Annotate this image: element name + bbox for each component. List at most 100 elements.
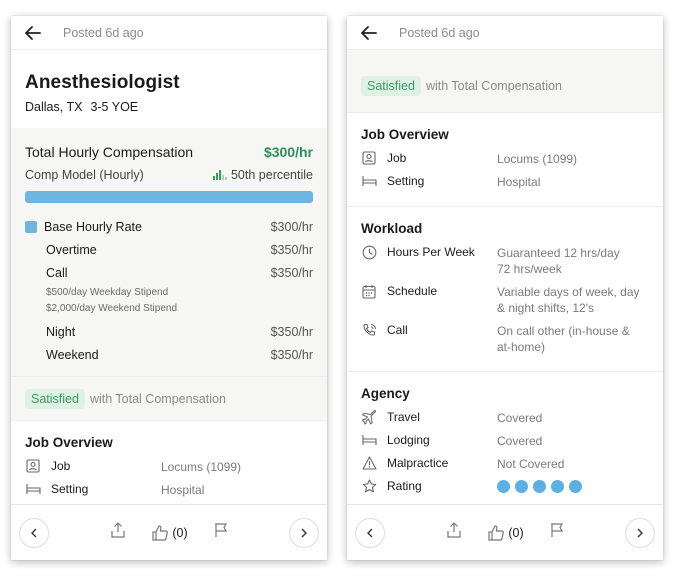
- posted-date: Posted 6d ago: [399, 25, 480, 40]
- report-button[interactable]: [214, 522, 228, 543]
- rating-dot: [497, 480, 510, 493]
- compensation-summary: Satisfied with Total Compensation: [347, 50, 663, 112]
- call-value-line1: On call other (in-house &: [497, 324, 630, 338]
- bar-chart-icon: [212, 170, 227, 180]
- legend-swatch: [25, 220, 37, 233]
- id-badge-icon: [361, 150, 377, 166]
- comp-model: Comp Model (Hourly): [25, 168, 144, 182]
- weekend-label: Weekend: [46, 347, 99, 362]
- job-value: Locums (1099): [161, 460, 242, 474]
- base-rate-label: Base Hourly Rate: [44, 219, 142, 234]
- rating-dot: [515, 480, 528, 493]
- satisfied-text: with Total Compensation: [425, 79, 562, 93]
- chevron-right-icon: [637, 528, 643, 537]
- job-meta: Dallas, TX 3-5 YOE: [25, 100, 313, 114]
- call-label: Call: [387, 323, 408, 337]
- bottom-action-bar: (0): [11, 504, 327, 560]
- call-label: Call: [46, 265, 68, 280]
- total-comp-value: $300/hr: [263, 144, 313, 160]
- job-overview-section: Job Overview Job Locums (1099) Setting H…: [347, 112, 663, 206]
- setting-value: Hospital: [497, 175, 541, 189]
- thumbs-up-icon: [488, 524, 505, 541]
- like-button[interactable]: (0): [488, 524, 524, 541]
- job-value: Locums (1099): [497, 152, 578, 166]
- workload-section: Workload Hours Per Week Guaranteed 12 hr…: [347, 206, 663, 371]
- chevron-left-icon: [31, 528, 37, 537]
- flag-icon: [551, 523, 563, 537]
- bed-icon: [361, 432, 377, 448]
- clock-icon: [361, 244, 377, 260]
- schedule-value-line1: Variable days of week, day: [497, 285, 640, 299]
- thumbs-up-icon: [152, 524, 169, 541]
- flag-icon: [215, 523, 227, 537]
- lodging-label: Lodging: [387, 433, 430, 447]
- left-review-screen: Posted 6d ago Anesthesiologist Dallas, T…: [11, 16, 327, 560]
- percentile: 50th percentile: [212, 168, 313, 182]
- next-button[interactable]: [625, 517, 655, 548]
- job-experience: 3-5 YOE: [90, 100, 139, 114]
- rating-label: Rating: [387, 479, 422, 493]
- star-icon: [361, 478, 377, 494]
- percentile-label: 50th percentile: [230, 168, 313, 182]
- lodging-value: Covered: [497, 434, 543, 448]
- previous-button[interactable]: [19, 517, 49, 548]
- id-badge-icon: [25, 458, 41, 474]
- schedule-value-line2: & night shifts, 12's: [497, 301, 595, 315]
- weekday-stipend: $500/day Weekday Stipend: [46, 287, 169, 298]
- satisfaction-row: Satisfied with Total Compensation: [347, 60, 663, 112]
- overtime-value: $350/hr: [270, 242, 313, 257]
- compensation-bar-fill: [25, 191, 313, 203]
- section-title: Agency: [361, 386, 410, 401]
- like-count: (0): [172, 525, 188, 540]
- night-label: Night: [46, 324, 76, 339]
- schedule-label: Schedule: [387, 284, 438, 298]
- rating-dot: [533, 480, 546, 493]
- top-bar: Posted 6d ago: [11, 16, 327, 50]
- previous-button[interactable]: [355, 517, 385, 548]
- like-button[interactable]: (0): [152, 524, 188, 541]
- setting-label: Setting: [51, 482, 89, 496]
- back-arrow-icon[interactable]: [361, 24, 379, 42]
- total-comp-label: Total Hourly Compensation: [25, 144, 194, 160]
- hours-label: Hours Per Week: [387, 245, 475, 259]
- rate-breakdown: Base Hourly Rate $300/hr Overtime $350/h…: [25, 215, 313, 366]
- compensation-panel: Total Hourly Compensation $300/hr Comp M…: [11, 128, 327, 420]
- rating-dot: [551, 480, 564, 493]
- hours-value-line1: Guaranteed 12 hrs/day: [497, 246, 620, 260]
- share-button[interactable]: [110, 522, 126, 543]
- warning-icon: [361, 455, 377, 471]
- hours-value-line2: 72 hrs/week: [497, 262, 562, 276]
- right-review-screen: Posted 6d ago Satisfied with Total Compe…: [347, 16, 663, 560]
- share-icon: [111, 522, 125, 538]
- call-value-line2: at-home): [497, 340, 546, 354]
- job-title: Anesthesiologist: [25, 72, 180, 93]
- back-arrow-icon[interactable]: [25, 24, 43, 42]
- job-header: Anesthesiologist Dallas, TX 3-5 YOE: [11, 50, 327, 128]
- compensation-bar: [25, 191, 313, 203]
- satisfied-badge: Satisfied: [25, 388, 85, 409]
- malpractice-label: Malpractice: [387, 456, 449, 470]
- share-button[interactable]: [446, 522, 462, 543]
- phone-call-icon: [361, 322, 377, 338]
- posted-date: Posted 6d ago: [63, 25, 144, 40]
- rating-dots: [497, 478, 582, 493]
- satisfied-badge: Satisfied: [361, 76, 421, 96]
- weekend-stipend: $2,000/day Weekend Stipend: [46, 303, 178, 314]
- next-button[interactable]: [289, 517, 319, 548]
- like-count: (0): [508, 525, 524, 540]
- job-label: Job: [51, 459, 71, 473]
- chevron-left-icon: [367, 528, 373, 537]
- night-value: $350/hr: [270, 324, 313, 339]
- call-value: $350/hr: [270, 265, 313, 280]
- report-button[interactable]: [550, 522, 564, 543]
- agency-section: Agency Travel Covered Lodging Covered Ma…: [347, 371, 663, 511]
- stipend-notes: $500/day Weekday Stipend $2,000/day Week…: [25, 285, 313, 317]
- job-location: Dallas, TX: [25, 100, 83, 114]
- rating-dot: [569, 480, 582, 493]
- malpractice-value: Not Covered: [497, 457, 565, 471]
- bed-icon: [361, 173, 377, 189]
- section-title: Job Overview: [25, 435, 113, 450]
- travel-label: Travel: [387, 410, 420, 424]
- share-icon: [447, 522, 461, 538]
- section-title: Job Overview: [361, 127, 449, 142]
